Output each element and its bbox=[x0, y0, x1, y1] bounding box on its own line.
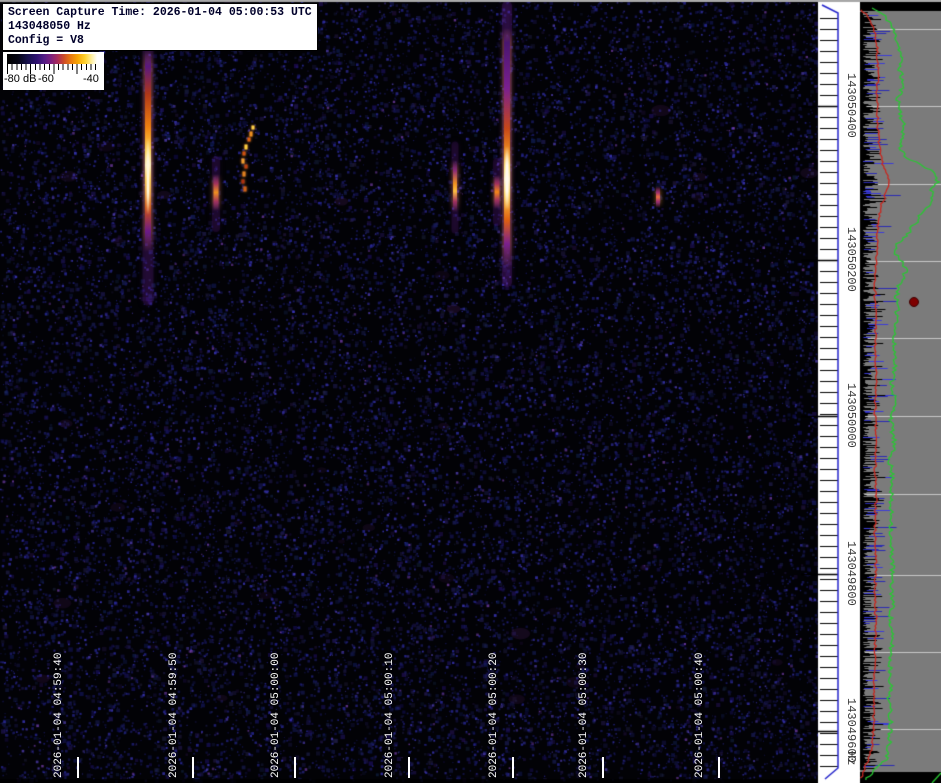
frequency-axis-label: Hz bbox=[844, 751, 858, 765]
time-axis-label: 2026-01-04 05:00:10 bbox=[384, 653, 396, 778]
colorbar-label-mid: -60 bbox=[38, 73, 54, 85]
frequency-axis-label: 143049800 bbox=[844, 541, 858, 606]
frequency-axis-label: 143050400 bbox=[844, 73, 858, 138]
time-axis-label: 2026-01-04 05:00:30 bbox=[578, 653, 590, 778]
config-text: Config = V8 bbox=[8, 34, 312, 48]
frequency-axis-label: 143050200 bbox=[844, 227, 858, 292]
time-axis-tick bbox=[512, 757, 514, 778]
time-axis: 2026-01-04 04:59:40 2026-01-04 04:59:50 20… bbox=[0, 0, 818, 783]
time-axis-tick bbox=[77, 757, 79, 778]
capture-info-box: Screen Capture Time: 2026-01-04 05:00:53… bbox=[2, 3, 318, 51]
time-axis-tick bbox=[192, 757, 194, 778]
time-axis-label: 2026-01-04 05:00:20 bbox=[488, 653, 500, 778]
capture-time-text: Screen Capture Time: 2026-01-04 05:00:53… bbox=[8, 6, 312, 20]
frequency-axis: 1430504001430502001430500001430498001430… bbox=[840, 0, 860, 783]
time-axis-tick bbox=[602, 757, 604, 778]
time-axis-label: 2026-01-04 05:00:40 bbox=[694, 653, 706, 778]
time-axis-label: 2026-01-04 04:59:40 bbox=[53, 653, 65, 778]
colorbar-label-min: -80 dB bbox=[4, 73, 36, 85]
time-axis-tick bbox=[408, 757, 410, 778]
time-axis-tick bbox=[718, 757, 720, 778]
time-axis-label: 2026-01-04 05:00:00 bbox=[270, 653, 282, 778]
time-axis-tick bbox=[294, 757, 296, 778]
colorbar-gradient bbox=[7, 54, 100, 64]
spectrogram-app: 2026-01-04 04:59:40 2026-01-04 04:59:50 20… bbox=[0, 0, 941, 783]
frequency-axis-label: 143050000 bbox=[844, 383, 858, 448]
colorbar-label-max: -40 bbox=[83, 73, 99, 85]
frequency-text: 143048050 Hz bbox=[8, 20, 312, 34]
time-axis-label: 2026-01-04 04:59:50 bbox=[168, 653, 180, 778]
colorbar: -80 dB -60 -40 bbox=[3, 52, 104, 90]
